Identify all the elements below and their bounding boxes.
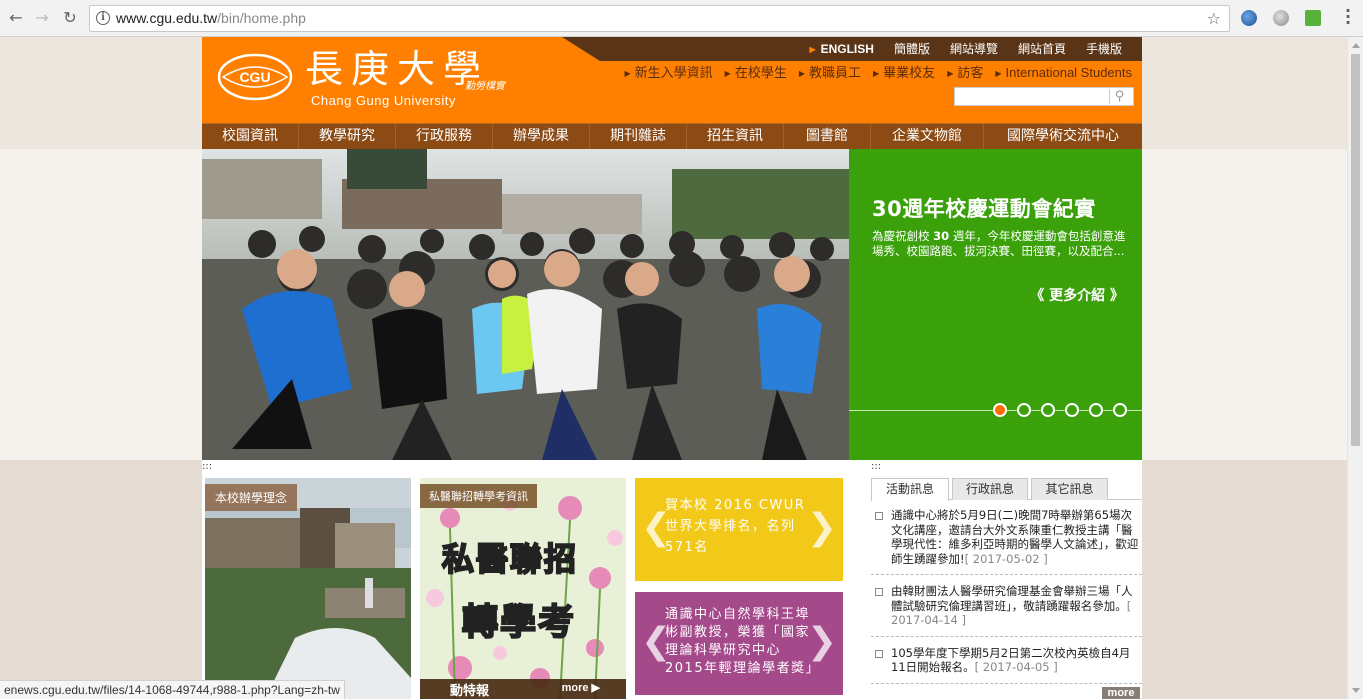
slide-dot[interactable] (1089, 403, 1103, 417)
site-info-icon[interactable]: i (96, 11, 110, 25)
nav-achievements[interactable]: 辦學成果 (493, 124, 590, 149)
link-english[interactable]: ENGLISH (799, 41, 884, 59)
chevron-right-icon[interactable]: ❯ (807, 508, 837, 548)
slide-indicators (993, 403, 1127, 417)
nav-admin-services[interactable]: 行政服務 (396, 124, 493, 149)
nav-teaching-research[interactable]: 教學研究 (299, 124, 396, 149)
link-sitemap[interactable]: 網站導覽 (940, 41, 1008, 59)
news-tabs: 活動訊息 行政訊息 其它訊息 (871, 474, 1142, 501)
news-item[interactable]: 由韓財團法人醫學研究倫理基金會舉辦三場「人體試驗研究倫理講習班」，敬請踴躍報名參… (871, 584, 1142, 637)
bookmark-star-icon[interactable]: ☆ (1207, 9, 1221, 28)
nav-museum[interactable]: 企業文物館 (871, 124, 984, 149)
admission-more-link[interactable]: more ▶ (562, 681, 600, 694)
link-staff[interactable]: 教職員工 (787, 65, 861, 83)
slide-dot[interactable] (1113, 403, 1127, 417)
link-alumni[interactable]: 畢業校友 (861, 65, 935, 83)
forward-icon[interactable]: → (32, 8, 52, 28)
hero-caption-panel: 30週年校慶運動會紀實 為慶祝創校 30 週年，今年校慶運動會包括創意進場秀、校… (849, 149, 1142, 460)
audience-links: 新生入學資訊 在校學生 教職員工 畢業校友 訪客 International S… (613, 65, 1132, 83)
page-scrollbar[interactable] (1347, 37, 1363, 699)
logo-motto: 勤勞樸實 (465, 81, 505, 92)
logo-chinese-name[interactable]: 長庚大學 (305, 47, 489, 91)
svg-text:CGU: CGU (239, 69, 270, 85)
scroll-down-icon[interactable] (1352, 688, 1360, 693)
link-international[interactable]: International Students (983, 65, 1132, 83)
main-nav: 校園資訊 教學研究 行政服務 辦學成果 期刊雜誌 招生資訊 圖書館 企業文物館 … (202, 123, 1142, 149)
reload-icon[interactable]: ↻ (60, 8, 80, 28)
gray-extension-icon[interactable] (1273, 10, 1289, 26)
cwur-ranking-text: 賀本校 2016 CWUR 世界大學排名，名列 571名 (665, 498, 806, 555)
side-low-right (1142, 460, 1347, 699)
news-date: [ 2017-04-05 ] (974, 660, 1058, 674)
news-more-button[interactable]: more (1102, 687, 1140, 699)
slide-dot[interactable] (993, 403, 1007, 417)
admission-label: 私醫聯招轉學考資訊 (420, 484, 537, 508)
news-panel: 活動訊息 行政訊息 其它訊息 通識中心將於5月9日(二)晚間7時舉辦第65場次文… (871, 474, 1142, 699)
globe-extension-icon[interactable] (1241, 10, 1257, 26)
accesskey-marker-right: ::: (871, 461, 882, 472)
nav-international-center[interactable]: 國際學術交流中心 (984, 124, 1142, 149)
url-text[interactable]: www.cgu.edu.tw/bin/home.php (116, 10, 306, 26)
news-item[interactable]: 通識中心將於5月9日(二)晚間7時舉辦第65場次文化講座，邀請台大外文系陳重仁教… (871, 508, 1142, 575)
award-card[interactable]: ❮ 通識中心自然學科王埠彬副教授，榮獲「國家理論科學研究中心2015年輕理論學者… (635, 592, 843, 695)
campus-photo (205, 478, 411, 699)
admission-subheadline: 轉學考 (461, 601, 577, 644)
hero-title[interactable]: 30週年校慶運動會紀實 (872, 193, 1096, 223)
cwur-ranking-card[interactable]: ❮ 賀本校 2016 CWUR 世界大學排名，名列 571名 ❯ (635, 478, 843, 581)
university-logo-icon[interactable]: CGU (217, 53, 293, 101)
slide-dot[interactable] (1041, 403, 1055, 417)
address-bar[interactable]: i www.cgu.edu.tw/bin/home.php ☆ (89, 5, 1230, 32)
nav-journals[interactable]: 期刊雜誌 (590, 124, 687, 149)
browser-menu-icon[interactable]: · · · (1345, 3, 1351, 31)
scroll-thumb[interactable] (1351, 54, 1360, 446)
tab-admin[interactable]: 行政訊息 (952, 478, 1028, 500)
award-text: 通識中心自然學科王埠彬副教授，榮獲「國家理論科學研究中心2015年輕理論學者獎」 (665, 607, 821, 676)
link-visitors[interactable]: 訪客 (935, 65, 983, 83)
site-header: CGU 長庚大學 勤勞樸實 Chang Gung University ENGL… (202, 37, 1142, 123)
tab-other[interactable]: 其它訊息 (1031, 478, 1108, 500)
top-links: ENGLISH 簡體版 網站導覽 網站首頁 手機版 (799, 41, 1132, 59)
side-band-right (1142, 149, 1347, 460)
site-search-input[interactable]: ⚲ (954, 87, 1134, 106)
browser-toolbar: ← → ↻ i www.cgu.edu.tw/bin/home.php ☆ · ·… (0, 0, 1363, 37)
slide-dot[interactable] (1065, 403, 1079, 417)
link-current-students[interactable]: 在校學生 (713, 65, 787, 83)
admission-footer: 動特報 more ▶ (420, 679, 626, 699)
admission-headline: 私醫聯招 (441, 539, 579, 579)
chevron-right-icon[interactable]: ❯ (807, 622, 837, 662)
nav-admissions[interactable]: 招生資訊 (687, 124, 784, 149)
hero-description: 為慶祝創校 30 週年，今年校慶運動會包括創意進場秀、校園路跑、拔河決賽、田徑賽… (872, 229, 1126, 258)
page-viewport: CGU 長庚大學 勤勞樸實 Chang Gung University ENGL… (0, 37, 1347, 699)
search-icon[interactable]: ⚲ (1109, 89, 1129, 104)
news-date: [ 2017-05-02 ] (964, 551, 1048, 566)
link-new-students[interactable]: 新生入學資訊 (613, 65, 713, 83)
nav-library[interactable]: 圖書館 (784, 124, 871, 149)
hero-slider: 30週年校慶運動會紀實 為慶祝創校 30 週年，今年校慶運動會包括創意進場秀、校… (202, 149, 1142, 460)
tab-activities[interactable]: 活動訊息 (871, 478, 949, 501)
news-item[interactable]: 105學年度下學期5月2日第二次校內英檢自4月11日開始報名。[ 2017-04… (871, 646, 1142, 684)
philosophy-card[interactable]: 本校辦學理念 (205, 478, 411, 699)
admission-footer-title: 動特報 (450, 684, 490, 699)
flower-illustration (420, 478, 626, 699)
side-low-left (0, 460, 202, 699)
status-bar-url: enews.cgu.edu.tw/files/14-1068-49744,r98… (0, 680, 345, 699)
green-extension-icon[interactable] (1305, 10, 1321, 26)
hero-more-link[interactable]: 《 更多介紹 》 (1030, 285, 1124, 305)
nav-campus-info[interactable]: 校園資訊 (202, 124, 299, 149)
back-icon[interactable]: ← (6, 8, 26, 28)
hero-photo[interactable] (202, 149, 849, 460)
side-band-left (0, 149, 202, 460)
race-photo-illustration (202, 149, 849, 460)
admission-card[interactable]: 私醫聯招轉學考資訊 私醫聯招 轉學考 動特報 more ▶ (420, 478, 626, 699)
philosophy-label: 本校辦學理念 (205, 484, 298, 511)
link-mobile[interactable]: 手機版 (1076, 41, 1132, 59)
news-list: 通識中心將於5月9日(二)晚間7時舉辦第65場次文化講座，邀請台大外文系陳重仁教… (871, 508, 1142, 693)
slide-dot[interactable] (1017, 403, 1031, 417)
logo-english-name[interactable]: Chang Gung University (311, 93, 456, 108)
link-home[interactable]: 網站首頁 (1008, 41, 1076, 59)
accesskey-marker: ::: (202, 461, 213, 472)
link-simplified[interactable]: 簡體版 (884, 41, 940, 59)
scroll-up-icon[interactable] (1352, 43, 1360, 48)
